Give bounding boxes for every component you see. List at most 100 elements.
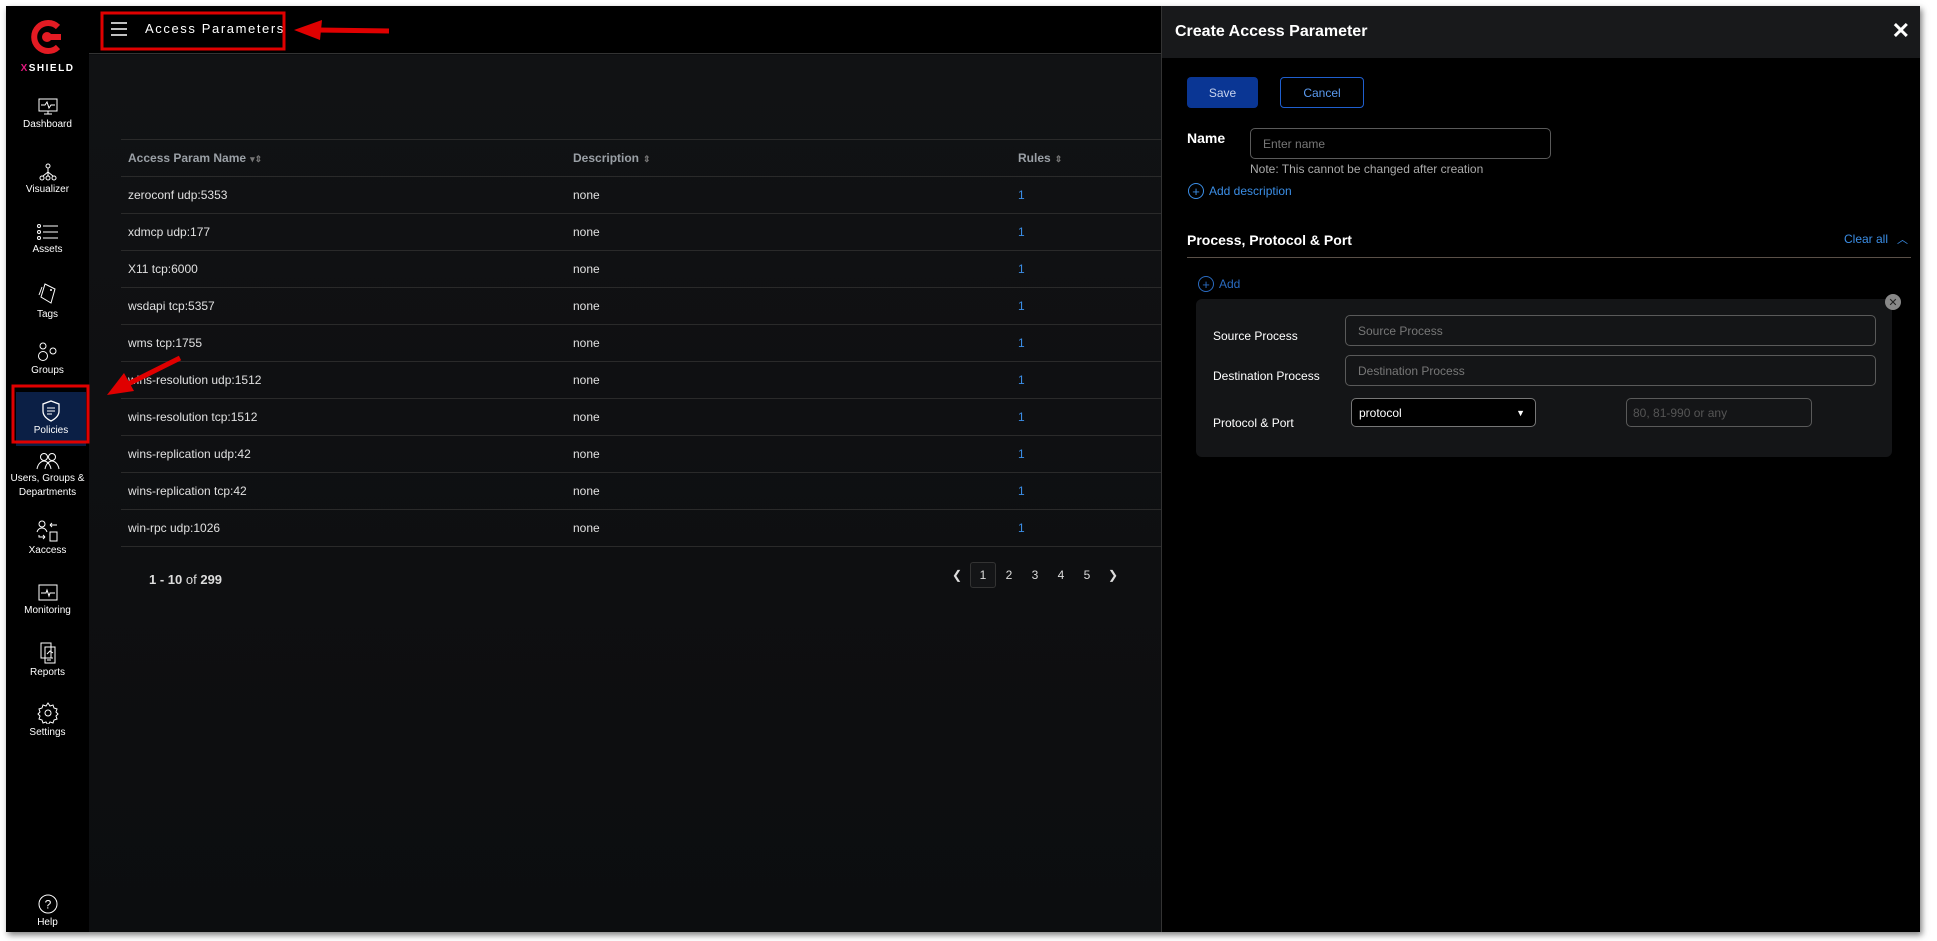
cell-description: none xyxy=(566,361,1011,399)
cell-description: none xyxy=(566,176,1011,214)
sort-icon[interactable]: ▾⇕ xyxy=(250,154,262,164)
sidebar-item-groups[interactable]: Groups xyxy=(6,342,89,378)
table-row[interactable]: wins-replication udp:42 none 1 xyxy=(121,435,1167,473)
sidebar-item-dashboard[interactable]: Dashboard xyxy=(6,98,89,132)
destination-process-label: Destination Process xyxy=(1213,369,1320,383)
cell-name: wins-resolution udp:1512 xyxy=(121,361,566,399)
svg-text:?: ? xyxy=(44,898,51,912)
source-process-input[interactable]: Source Process xyxy=(1345,315,1876,346)
prev-page-button[interactable]: ❮ xyxy=(944,562,970,588)
cell-rules[interactable]: 1 xyxy=(1011,398,1167,436)
table-row[interactable]: wsdapi tcp:5357 none 1 xyxy=(121,287,1167,325)
column-header-description[interactable]: Description ⇕ xyxy=(566,139,1011,177)
sort-icon[interactable]: ⇕ xyxy=(643,154,651,164)
process-protocol-card: Source Process Source Process Destinatio… xyxy=(1196,299,1892,457)
panel-title: Create Access Parameter xyxy=(1175,23,1368,40)
sidebar-item-assets[interactable]: Assets xyxy=(6,223,89,257)
table-row[interactable]: wins-replication tcp:42 none 1 xyxy=(121,472,1167,510)
cell-name: xdmcp udp:177 xyxy=(121,213,566,251)
name-label: Name xyxy=(1187,130,1226,146)
protocol-port-label: Protocol & Port xyxy=(1213,416,1294,430)
table-row[interactable]: wins-resolution tcp:1512 none 1 xyxy=(121,398,1167,436)
cell-rules[interactable]: 1 xyxy=(1011,435,1167,473)
assets-icon xyxy=(36,224,58,240)
cell-name: X11 tcp:6000 xyxy=(121,250,566,288)
cell-rules[interactable]: 1 xyxy=(1011,324,1167,362)
cell-description: none xyxy=(566,509,1011,547)
panel-header: Create Access Parameter ✕ xyxy=(1162,6,1920,58)
cell-name: wms tcp:1755 xyxy=(121,324,566,362)
port-input[interactable]: 80, 81-990 or any xyxy=(1626,398,1812,427)
cell-rules[interactable]: 1 xyxy=(1011,361,1167,399)
destination-process-input[interactable]: Destination Process xyxy=(1345,355,1876,386)
sidebar-item-tags[interactable]: Tags xyxy=(6,282,89,322)
plus-circle-icon: + xyxy=(1198,276,1214,292)
page-5-button[interactable]: 5 xyxy=(1074,562,1100,588)
name-note: Note: This cannot be changed after creat… xyxy=(1250,162,1484,176)
sidebar: XSHIELD Dashboard Visualizer Assets Tags… xyxy=(6,6,89,932)
cell-description: none xyxy=(566,398,1011,436)
close-icon[interactable]: ✕ xyxy=(1892,18,1910,44)
cell-rules[interactable]: 1 xyxy=(1011,213,1167,251)
table-row[interactable]: xdmcp udp:177 none 1 xyxy=(121,213,1167,251)
page-3-button[interactable]: 3 xyxy=(1022,562,1048,588)
sidebar-item-reports[interactable]: Reports xyxy=(6,642,89,680)
dashboard-icon xyxy=(38,98,57,115)
column-header-name[interactable]: Access Param Name ▾⇕ xyxy=(121,139,566,177)
cell-rules[interactable]: 1 xyxy=(1011,250,1167,288)
save-button[interactable]: Save xyxy=(1187,77,1258,108)
page-1-button[interactable]: 1 xyxy=(970,562,996,588)
cell-name: zeroconf udp:5353 xyxy=(121,176,566,214)
pagination-count: 1 - 10 of 299 xyxy=(149,572,223,587)
plus-circle-icon: + xyxy=(1188,183,1204,199)
next-page-button[interactable]: ❯ xyxy=(1100,562,1126,588)
pagination: ❮ 1 2 3 4 5 ❯ xyxy=(944,562,1126,588)
sidebar-item-xaccess[interactable]: Xaccess xyxy=(6,520,89,558)
sidebar-item-policies[interactable]: Policies xyxy=(16,392,86,446)
sidebar-item-settings[interactable]: Settings xyxy=(6,702,89,740)
cell-description: none xyxy=(566,287,1011,325)
remove-card-icon[interactable]: ✕ xyxy=(1885,294,1901,310)
cell-description: none xyxy=(566,435,1011,473)
add-button[interactable]: + Add xyxy=(1198,276,1240,292)
cell-rules[interactable]: 1 xyxy=(1011,287,1167,325)
name-input[interactable]: Enter name xyxy=(1250,128,1551,159)
clear-all-button[interactable]: Clear all ︿ xyxy=(1844,231,1908,247)
settings-icon xyxy=(36,702,59,724)
add-description-link[interactable]: + Add description xyxy=(1188,183,1292,199)
cancel-button[interactable]: Cancel xyxy=(1280,77,1364,108)
cell-rules[interactable]: 1 xyxy=(1011,176,1167,214)
table-row[interactable]: wins-resolution udp:1512 none 1 xyxy=(121,361,1167,399)
tags-icon xyxy=(38,283,56,304)
visualizer-icon xyxy=(39,163,56,181)
page-title: Access Parameters xyxy=(145,21,285,36)
cell-description: none xyxy=(566,324,1011,362)
policies-icon xyxy=(42,400,60,422)
sidebar-item-users[interactable]: Users, Groups & Departments xyxy=(6,452,89,500)
table-row[interactable]: zeroconf udp:5353 none 1 xyxy=(121,176,1167,214)
monitoring-icon xyxy=(38,584,57,601)
users-icon xyxy=(36,453,59,470)
table-row[interactable]: win-rpc udp:1026 none 1 xyxy=(121,509,1167,547)
help-icon: ? xyxy=(38,894,57,914)
table-row[interactable]: wms tcp:1755 none 1 xyxy=(121,324,1167,362)
sidebar-item-help[interactable]: ? Help xyxy=(6,894,89,930)
dropdown-caret-icon: ▼ xyxy=(1516,407,1525,418)
table-row[interactable]: X11 tcp:6000 none 1 xyxy=(121,250,1167,288)
sidebar-item-monitoring[interactable]: Monitoring xyxy=(6,584,89,618)
sort-icon[interactable]: ⇕ xyxy=(1055,154,1063,164)
groups-icon xyxy=(37,342,56,361)
cell-rules[interactable]: 1 xyxy=(1011,509,1167,547)
create-access-parameter-panel: Create Access Parameter ✕ Save Cancel Na… xyxy=(1161,6,1920,932)
section-title: Process, Protocol & Port xyxy=(1187,232,1352,248)
page-2-button[interactable]: 2 xyxy=(996,562,1022,588)
section-divider xyxy=(1187,257,1911,258)
menu-icon[interactable] xyxy=(111,22,127,36)
access-params-table: Access Param Name ▾⇕ Description ⇕ Rules ⇕ … xyxy=(121,139,1167,547)
cell-rules[interactable]: 1 xyxy=(1011,472,1167,510)
page-4-button[interactable]: 4 xyxy=(1048,562,1074,588)
column-header-rules[interactable]: Rules ⇕ xyxy=(1011,139,1167,177)
sidebar-item-visualizer[interactable]: Visualizer xyxy=(6,163,89,197)
cell-description: none xyxy=(566,213,1011,251)
protocol-select[interactable]: protocol ▼ xyxy=(1351,398,1536,427)
